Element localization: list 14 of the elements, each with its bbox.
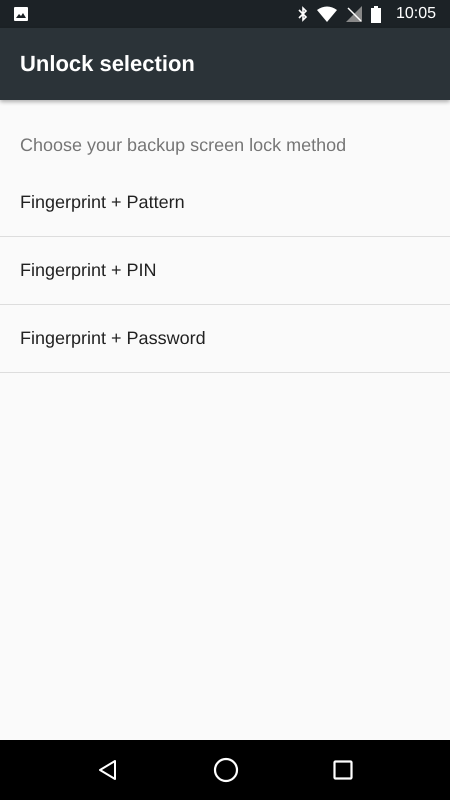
subtitle: Choose your backup screen lock method bbox=[19, 134, 348, 157]
image-icon bbox=[14, 7, 28, 21]
wifi-icon bbox=[316, 6, 337, 22]
home-icon[interactable] bbox=[213, 757, 239, 783]
recents-icon[interactable] bbox=[333, 760, 353, 780]
screen-title: Unlock selection bbox=[20, 51, 195, 77]
back-icon[interactable] bbox=[97, 759, 119, 781]
lock-option[interactable]: Fingerprint + Pattern bbox=[0, 169, 450, 237]
lock-option[interactable]: Fingerprint + Password bbox=[0, 305, 450, 373]
bluetooth-icon bbox=[298, 6, 308, 22]
clock: 10:05 bbox=[396, 5, 436, 23]
lock-option[interactable]: Fingerprint + PIN bbox=[0, 237, 450, 305]
no-signal-icon bbox=[346, 6, 362, 22]
battery-icon bbox=[370, 6, 381, 22]
